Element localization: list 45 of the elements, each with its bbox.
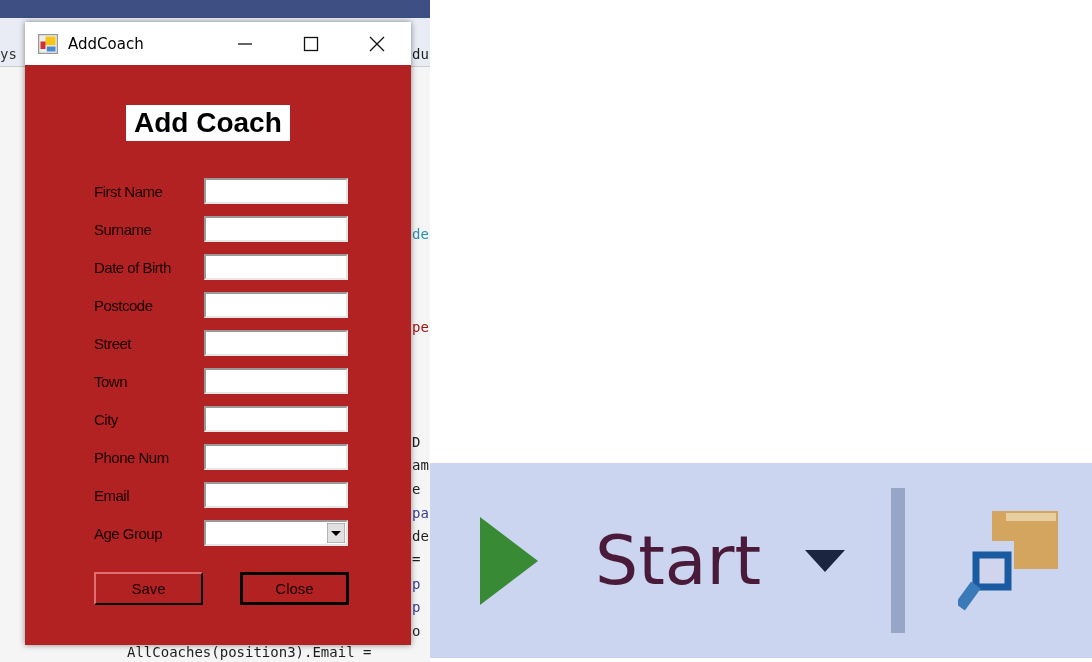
field-label: Email [94,486,130,504]
text-field[interactable] [204,292,348,318]
code-text: de [412,527,429,545]
text-field[interactable] [204,254,348,280]
text-field[interactable] [204,178,348,204]
play-icon[interactable] [480,516,538,605]
form-icon [38,33,58,54]
code-text: du [412,45,429,63]
form-heading: Add Coach [126,105,290,141]
text-field[interactable] [204,482,348,508]
caret-icon[interactable] [805,549,846,572]
code-text: = [412,550,421,568]
code-text: pe [412,318,429,336]
code-text: D [412,433,421,451]
field-label: Street [94,334,133,352]
dropdown-field[interactable] [204,520,348,546]
code-text: pa [412,504,429,522]
dialog-button[interactable]: Close [240,572,349,605]
code-text: ys [0,45,17,63]
field-label: Date of Birth [94,258,172,276]
text-field[interactable] [204,368,348,394]
code-text: p [412,598,421,616]
field-label: Town [94,372,129,390]
start-label[interactable]: Start [595,526,762,595]
text-field[interactable] [204,444,348,470]
text-field[interactable] [204,330,348,356]
text-field[interactable] [204,406,348,432]
field-label: Age Group [94,524,164,542]
text-field[interactable] [204,216,348,242]
code-text: e [412,480,421,498]
code-text: de [412,225,429,243]
dialog-button[interactable]: Save [94,572,203,605]
field-label: Postcode [94,296,154,314]
code-text: o [412,622,421,640]
window-title: AddCoach [68,34,145,53]
dropdown-arrow-icon[interactable] [327,523,345,543]
code-line: AllCoaches(position3).Email = [127,643,372,661]
code-text: p [412,575,421,593]
field-label: Surname [94,220,153,238]
field-label: First Name [94,182,164,200]
maximize-icon[interactable] [303,35,319,52]
close-icon[interactable] [369,35,385,52]
code-text: am [412,456,429,474]
field-label: Phone Num [94,448,170,466]
field-label: City [94,410,119,428]
